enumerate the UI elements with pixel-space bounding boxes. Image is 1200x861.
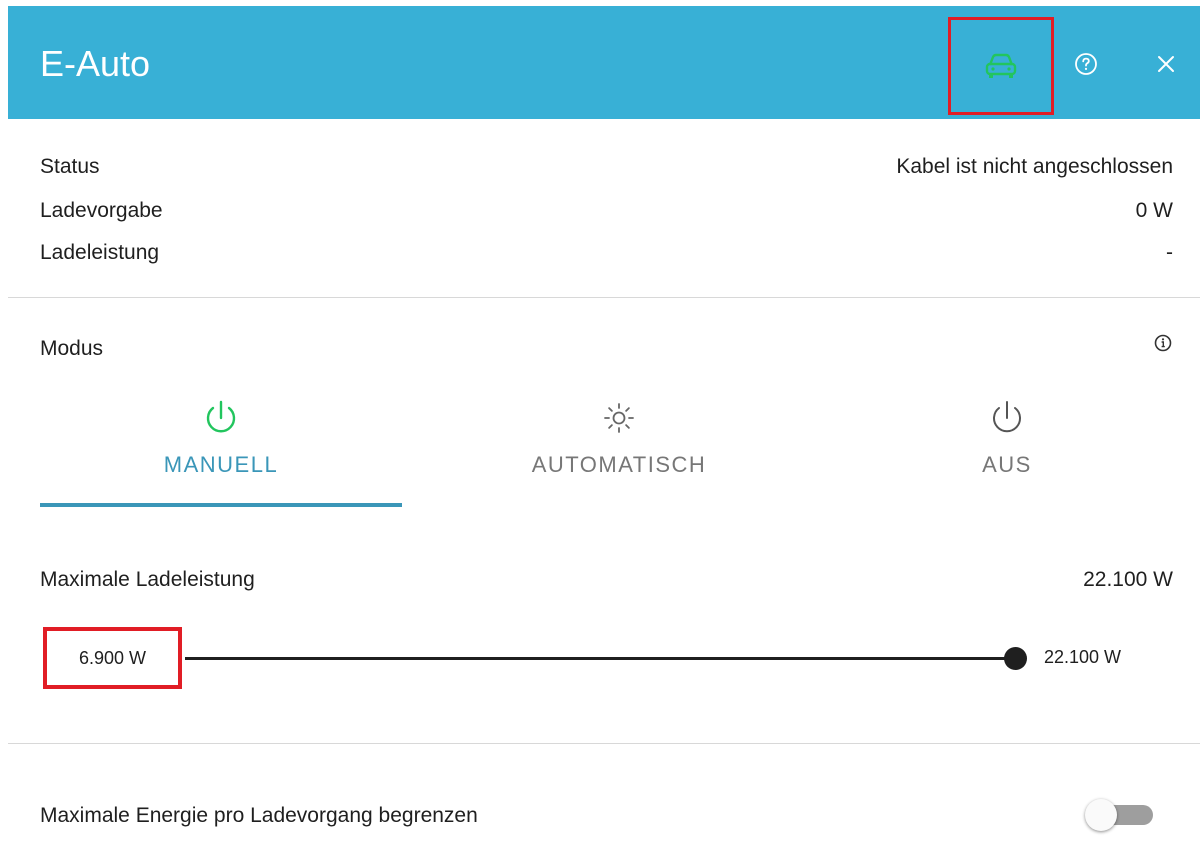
toggle-knob: [1085, 799, 1117, 831]
help-circle-icon: [1075, 53, 1097, 75]
status-value: Kabel ist nicht angeschlossen: [896, 155, 1173, 178]
close-button[interactable]: [1146, 44, 1186, 84]
dialog-title: E-Auto: [40, 43, 151, 84]
tab-active-indicator: [40, 503, 402, 507]
tab-automatic[interactable]: AUTOMATISCH: [438, 390, 800, 506]
status-label: Status: [40, 155, 100, 178]
tab-manual-label: MANUELL: [163, 452, 279, 477]
close-icon: [1158, 56, 1174, 72]
charge-setpoint-label: Ladevorgabe: [40, 199, 163, 222]
tab-manual[interactable]: MANUELL: [40, 390, 402, 506]
help-button[interactable]: [1066, 44, 1106, 84]
power-icon: [206, 400, 236, 433]
sun-icon: [604, 403, 634, 433]
power-icon: [993, 401, 1021, 433]
divider: [8, 297, 1200, 298]
tab-off-label: AUS: [982, 452, 1032, 477]
slider-max-label: 22.100 W: [1044, 647, 1122, 667]
energy-limit-toggle[interactable]: [1083, 797, 1153, 831]
charge-power-label: Ladeleistung: [40, 241, 160, 264]
car-button[interactable]: [948, 17, 1054, 115]
car-icon: [985, 53, 1017, 78]
max-power-value: 22.100 W: [1083, 568, 1173, 591]
tab-automatic-label: AUTOMATISCH: [531, 452, 707, 477]
tab-off[interactable]: AUS: [826, 390, 1188, 506]
energy-limit-label: Maximale Energie pro Ladevorgang begrenz…: [40, 804, 478, 827]
charge-setpoint-value: 0 W: [1135, 199, 1173, 222]
slider-thumb[interactable]: [1004, 647, 1027, 670]
slider-track[interactable]: [185, 657, 1015, 660]
mode-label: Modus: [40, 337, 104, 360]
divider: [8, 743, 1200, 744]
dialog-header: E-Auto: [8, 6, 1200, 119]
slider-min-label: 6.900 W: [43, 627, 182, 689]
info-icon[interactable]: [1153, 333, 1173, 353]
max-power-label: Maximale Ladeleistung: [40, 568, 255, 591]
charge-power-value: -: [1166, 241, 1173, 264]
